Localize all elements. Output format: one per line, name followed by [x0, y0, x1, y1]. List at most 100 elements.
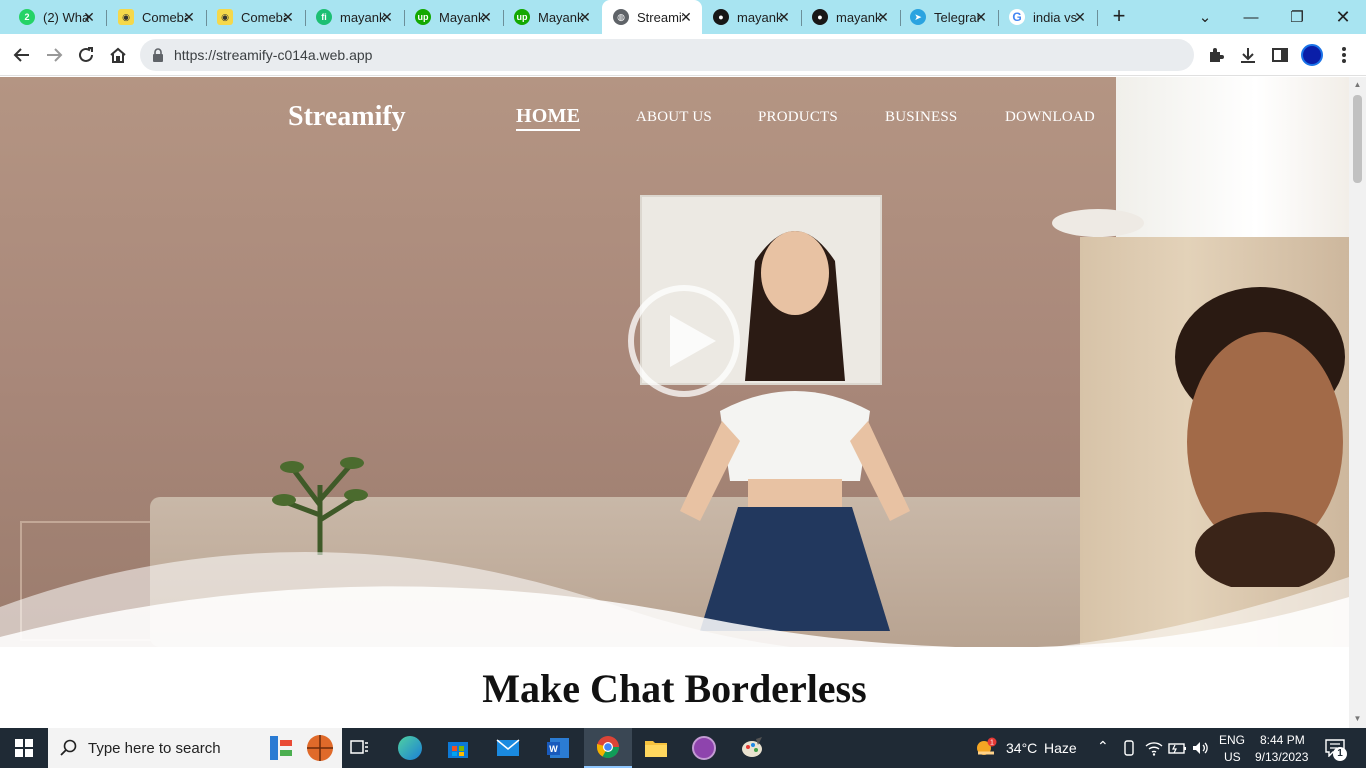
tray-chevron-up-icon[interactable]: ⌃ — [1097, 738, 1109, 755]
search-placeholder[interactable]: Type here to search — [88, 740, 221, 757]
upwork-icon: up — [415, 9, 431, 25]
site-logo[interactable]: Streamify — [288, 101, 406, 133]
lamp-shade — [1052, 209, 1144, 237]
weather-desc[interactable]: Haze — [1044, 740, 1077, 756]
input-language[interactable]: ENG — [1219, 733, 1245, 747]
hero-wave — [0, 552, 1349, 647]
nav-home[interactable]: HOME — [516, 105, 581, 131]
tab-upwork-1[interactable]: up Mayank ✕ — [404, 4, 502, 30]
nav-about-us[interactable]: ABOUT US — [636, 109, 712, 126]
close-tab-icon[interactable]: ✕ — [678, 9, 694, 25]
page-headline: Make Chat Borderless — [482, 666, 867, 711]
upwork-icon: up — [514, 9, 530, 25]
tab-strip: 2 (2) WhatsApp ✕ ◉ Comeback ✕ ◉ Comeback… — [0, 0, 1366, 34]
side-panel-icon[interactable] — [1267, 42, 1293, 68]
close-tab-icon[interactable]: ✕ — [1072, 9, 1088, 25]
windows-taskbar: Type here to search W 1 34°C Haze ⌃ ENG … — [0, 728, 1366, 768]
file-explorer-icon[interactable] — [632, 728, 680, 768]
web-page: Streamify HOME ABOUT US PRODUCTS BUSINES… — [0, 77, 1349, 728]
clock-time[interactable]: 8:44 PM — [1260, 733, 1305, 747]
tab-google[interactable]: G india vs ✕ — [998, 4, 1096, 30]
tab-telegram[interactable]: ➤ Telegram ✕ — [899, 4, 997, 30]
battery-icon[interactable] — [1168, 740, 1188, 761]
close-tab-icon[interactable]: ✕ — [577, 9, 593, 25]
close-tab-icon[interactable]: ✕ — [181, 9, 197, 25]
new-tab-icon[interactable]: + — [1108, 5, 1130, 28]
close-tab-icon[interactable]: ✕ — [280, 9, 296, 25]
reload-icon[interactable] — [73, 42, 99, 68]
github-icon: ● — [812, 9, 828, 25]
scroll-up-icon[interactable]: ▲ — [1353, 81, 1362, 89]
input-region[interactable]: US — [1224, 750, 1241, 764]
word-icon[interactable]: W — [534, 728, 582, 768]
close-tab-icon[interactable]: ✕ — [973, 9, 989, 25]
paint-icon[interactable] — [728, 728, 776, 768]
wifi-icon[interactable] — [1145, 740, 1163, 761]
tab-title: Streamify — [637, 9, 683, 25]
nav-products[interactable]: PRODUCTS — [758, 109, 838, 126]
telegram-icon: ➤ — [910, 9, 926, 25]
back-icon[interactable] — [9, 42, 35, 68]
store-icon[interactable] — [434, 728, 482, 768]
lock-icon[interactable] — [152, 47, 164, 68]
tab-github-1[interactable]: ● mayank ✕ — [702, 4, 800, 30]
forward-icon[interactable] — [41, 42, 67, 68]
notification-badge[interactable]: 1 — [1333, 747, 1347, 761]
menu-kebab-icon[interactable] — [1331, 42, 1357, 68]
taskbar-search-box[interactable]: Type here to search — [48, 728, 342, 768]
github-desktop-icon[interactable] — [680, 728, 728, 768]
usb-icon[interactable] — [1122, 740, 1136, 761]
close-tab-icon[interactable]: ✕ — [478, 9, 494, 25]
close-tab-icon[interactable]: ✕ — [379, 9, 395, 25]
minimize-icon[interactable]: — — [1228, 0, 1274, 34]
google-icon: G — [1009, 9, 1025, 25]
tab-streamify-active[interactable]: ◍ Streamify ✕ — [602, 0, 702, 34]
windows-start-icon[interactable] — [0, 728, 48, 768]
tab-separator — [1097, 10, 1098, 26]
extensions-icon[interactable] — [1203, 42, 1229, 68]
close-tab-icon[interactable]: ✕ — [81, 9, 97, 25]
restore-icon[interactable]: ❐ — [1274, 0, 1320, 34]
tab-whatsapp[interactable]: 2 (2) WhatsApp ✕ — [8, 4, 105, 30]
home-icon[interactable] — [105, 42, 131, 68]
address-bar[interactable]: https://streamify-c014a.web.app — [140, 39, 1194, 71]
task-view-icon[interactable] — [336, 728, 384, 768]
tab-fiverr[interactable]: fi mayank ✕ — [305, 4, 403, 30]
tab-comeback-1[interactable]: ◉ Comeback ✕ — [107, 4, 205, 30]
url-text[interactable]: https://streamify-c014a.web.app — [174, 47, 372, 63]
download-icon[interactable] — [1235, 42, 1261, 68]
weather-temp[interactable]: 34°C — [1006, 740, 1037, 756]
hero-video[interactable]: Streamify HOME ABOUT US PRODUCTS BUSINES… — [0, 77, 1349, 647]
weather-icon[interactable]: 1 — [974, 737, 998, 764]
scroll-thumb[interactable] — [1353, 95, 1362, 183]
svg-text:1: 1 — [990, 740, 994, 747]
search-highlight-icon — [268, 732, 338, 764]
profile-avatar[interactable] — [1299, 42, 1325, 68]
close-tab-icon[interactable]: ✕ — [776, 9, 792, 25]
tab-comeback-2[interactable]: ◉ Comeback ✕ — [206, 4, 304, 30]
page-scrollbar[interactable]: ▲ ▼ — [1349, 77, 1366, 728]
play-icon[interactable] — [626, 283, 742, 399]
volume-icon[interactable] — [1192, 740, 1210, 761]
nav-download[interactable]: DOWNLOAD — [1005, 109, 1095, 126]
comeback-icon: ◉ — [217, 9, 233, 25]
clock-date[interactable]: 9/13/2023 — [1255, 750, 1308, 764]
mail-icon[interactable] — [484, 728, 532, 768]
chrome-icon[interactable] — [584, 728, 632, 768]
fiverr-icon: fi — [316, 9, 332, 25]
close-tab-icon[interactable]: ✕ — [875, 9, 891, 25]
globe-icon: ◍ — [613, 9, 629, 25]
tab-upwork-2[interactable]: up Mayank ✕ — [503, 4, 601, 30]
edge-icon[interactable] — [386, 728, 434, 768]
tab-github-2[interactable]: ● mayank ✕ — [801, 4, 899, 30]
whatsapp-icon: 2 — [19, 9, 35, 25]
close-window-icon[interactable]: ✕ — [1320, 0, 1366, 34]
tab-search-chevron-icon[interactable]: ⌄ — [1182, 0, 1228, 34]
browser-toolbar: https://streamify-c014a.web.app — [0, 34, 1366, 76]
search-icon — [60, 739, 78, 762]
svg-text:W: W — [549, 744, 558, 754]
scroll-down-icon[interactable]: ▼ — [1353, 715, 1362, 723]
github-icon: ● — [713, 9, 729, 25]
nav-business[interactable]: BUSINESS — [885, 109, 957, 126]
comeback-icon: ◉ — [118, 9, 134, 25]
